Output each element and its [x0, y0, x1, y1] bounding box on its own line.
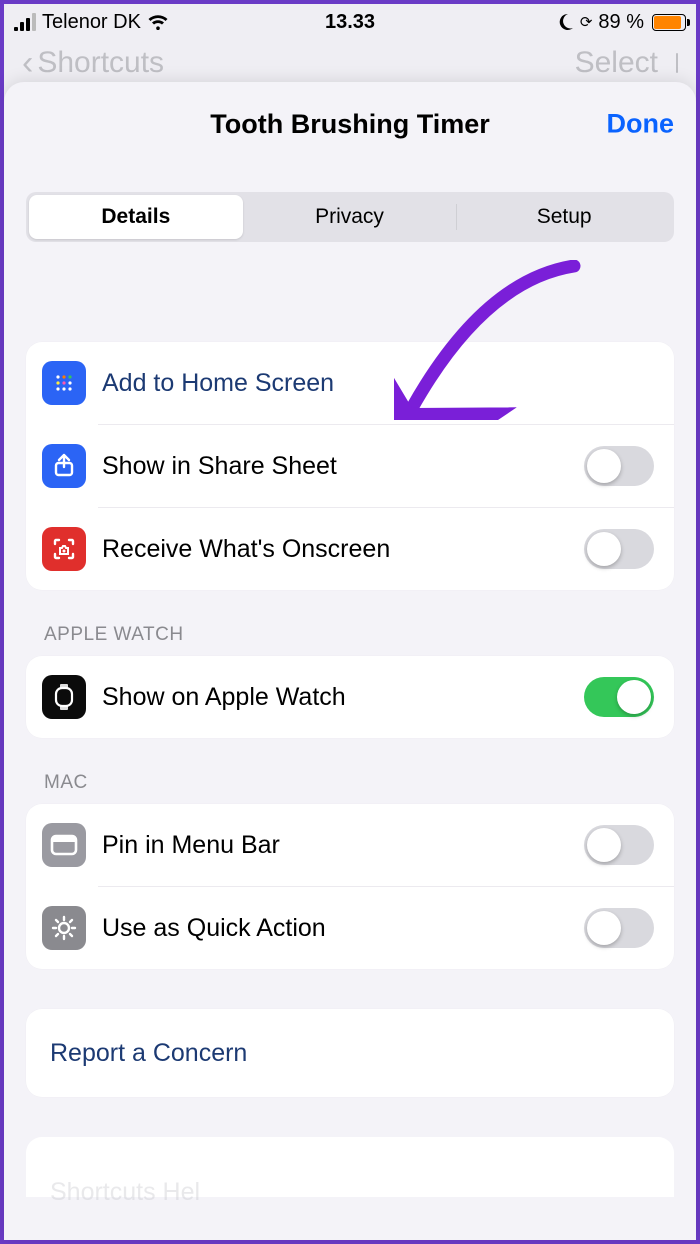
battery-percent: 89 %: [598, 11, 644, 34]
row-show-apple-watch[interactable]: Show on Apple Watch: [26, 656, 674, 738]
carrier-label: Telenor DK: [42, 11, 141, 34]
wifi-icon: [147, 13, 169, 31]
capture-icon: [42, 527, 86, 571]
group-peek-bottom: Shortcuts Hel: [26, 1137, 674, 1197]
moon-icon: [556, 13, 574, 31]
tab-privacy[interactable]: Privacy: [243, 195, 457, 239]
group-general: Add to Home Screen Show in Share Sheet: [26, 342, 674, 590]
group-watch: Show on Apple Watch: [26, 656, 674, 738]
battery-icon: [652, 14, 686, 31]
section-header-mac: Mac: [44, 772, 656, 794]
row-label: Use as Quick Action: [102, 914, 584, 943]
row-pin-menu-bar[interactable]: Pin in Menu Bar: [26, 804, 674, 886]
section-header-watch: Apple Watch: [44, 624, 656, 646]
row-add-to-home[interactable]: Add to Home Screen: [26, 342, 674, 424]
group-report: Report a Concern: [26, 1009, 674, 1097]
orientation-lock-icon: ⟳: [580, 13, 593, 31]
row-label: Add to Home Screen: [102, 369, 654, 398]
overflow-icon: [676, 53, 678, 73]
row-report-concern[interactable]: Report a Concern: [26, 1009, 674, 1097]
row-share-sheet[interactable]: Show in Share Sheet: [26, 425, 674, 507]
sheet-header: Tooth Brushing Timer Done: [4, 82, 696, 166]
window-icon: [42, 823, 86, 867]
settings-sheet: Tooth Brushing Timer Done Details Privac…: [4, 82, 696, 1240]
toggle-quick-action[interactable]: [584, 908, 654, 948]
tab-bar: Details Privacy Setup: [26, 192, 674, 242]
gear-icon: [42, 906, 86, 950]
report-label: Report a Concern: [50, 1039, 247, 1068]
back-label: Shortcuts: [37, 46, 164, 80]
select-label: Select: [575, 46, 658, 80]
row-label: Receive What's Onscreen: [102, 535, 584, 564]
row-label: Pin in Menu Bar: [102, 831, 584, 860]
row-label: Show on Apple Watch: [102, 683, 584, 712]
row-label: Show in Share Sheet: [102, 452, 584, 481]
background-nav: ‹ Shortcuts Select: [4, 40, 696, 82]
peek-label: Shortcuts Hel: [50, 1178, 200, 1207]
toggle-pin-menu-bar[interactable]: [584, 825, 654, 865]
share-icon: [42, 444, 86, 488]
row-receive-onscreen[interactable]: Receive What's Onscreen: [26, 508, 674, 590]
group-mac: Pin in Menu Bar Use as Quick Action: [26, 804, 674, 969]
apple-watch-icon: [42, 675, 86, 719]
tab-setup[interactable]: Setup: [457, 195, 671, 239]
tab-details[interactable]: Details: [29, 195, 243, 239]
chevron-left-icon: ‹: [22, 44, 33, 83]
toggle-apple-watch[interactable]: [584, 677, 654, 717]
status-bar: Telenor DK 13.33 ⟳ 89 %: [4, 4, 696, 40]
sheet-title: Tooth Brushing Timer: [210, 109, 490, 140]
toggle-receive-onscreen[interactable]: [584, 529, 654, 569]
done-button[interactable]: Done: [607, 109, 675, 140]
toggle-share-sheet[interactable]: [584, 446, 654, 486]
home-screen-icon: [42, 361, 86, 405]
signal-icon: [14, 13, 36, 31]
clock: 13.33: [238, 11, 462, 34]
row-quick-action[interactable]: Use as Quick Action: [26, 887, 674, 969]
